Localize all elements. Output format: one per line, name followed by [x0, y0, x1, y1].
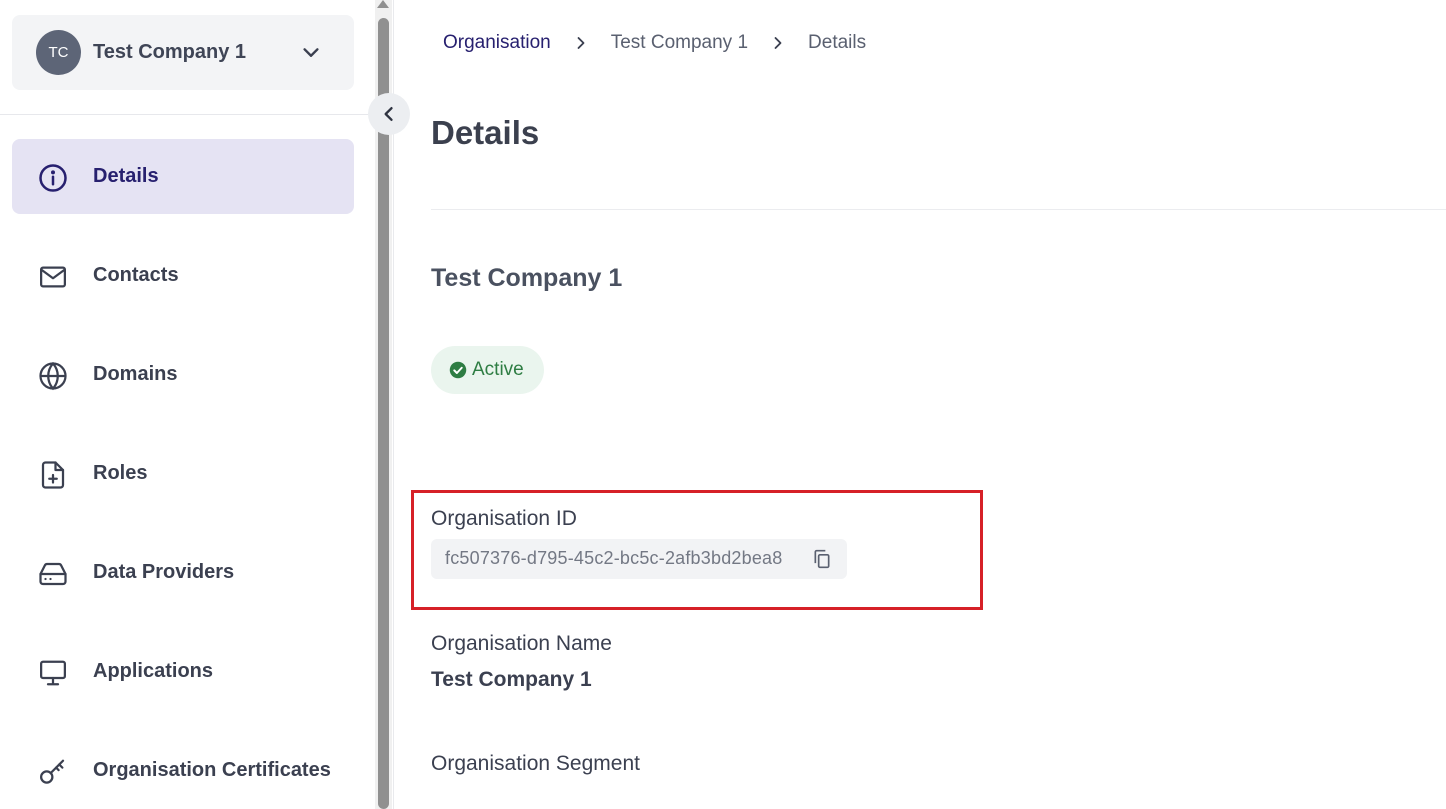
- sidebar-item-label: Data Providers: [93, 561, 235, 583]
- copy-icon[interactable]: [812, 548, 832, 570]
- sidebar: TC Test Company 1 Details Contacts Domai…: [0, 0, 375, 809]
- breadcrumb-organisation[interactable]: Organisation: [443, 32, 551, 54]
- org-id-chip: fc507376-d795-45c2-bc5c-2afb3bd2bea8: [431, 539, 847, 579]
- sidebar-item-label: Domains: [93, 363, 178, 385]
- title-divider: [431, 209, 1446, 210]
- status-badge: Active: [431, 346, 544, 394]
- scrollbar-thumb[interactable]: [378, 18, 389, 809]
- sidebar-item-label: Organisation Certificates: [93, 759, 331, 781]
- chevron-down-icon: [303, 48, 319, 57]
- org-segment-label: Organisation Segment: [431, 752, 640, 775]
- sidebar-item-applications[interactable]: Applications: [12, 634, 354, 709]
- key-icon: [40, 759, 65, 784]
- sidebar-item-organisation-certificates[interactable]: Organisation Certificates: [12, 733, 354, 808]
- chevron-right-icon: [774, 37, 782, 49]
- breadcrumb: Organisation Test Company 1 Details: [443, 30, 866, 56]
- scroll-up-arrow-icon[interactable]: [377, 0, 389, 8]
- globe-icon: [39, 361, 67, 391]
- sidebar-item-roles[interactable]: Roles: [12, 436, 354, 511]
- sidebar-item-data-providers[interactable]: Data Providers: [12, 535, 354, 610]
- main-content: Organisation Test Company 1 Details Deta…: [394, 0, 1446, 809]
- app-root: TC Test Company 1 Details Contacts Domai…: [0, 0, 1446, 809]
- sidebar-divider: [0, 114, 375, 115]
- sidebar-item-details[interactable]: Details: [12, 139, 354, 214]
- sidebar-item-domains[interactable]: Domains: [12, 337, 354, 412]
- sidebar-item-label: Applications: [93, 660, 214, 682]
- org-switcher-name: Test Company 1: [93, 41, 246, 63]
- sidebar-item-contacts[interactable]: Contacts: [12, 238, 354, 313]
- org-name-value: Test Company 1: [431, 668, 592, 691]
- monitor-icon: [40, 660, 66, 686]
- page-title: Details: [431, 114, 540, 151]
- hard-drive-icon: [39, 562, 67, 586]
- sidebar-item-label: Contacts: [93, 264, 179, 286]
- check-circle-icon: [449, 361, 467, 379]
- info-icon: [39, 164, 67, 192]
- company-heading: Test Company 1: [431, 264, 623, 292]
- org-id-label: Organisation ID: [431, 507, 577, 530]
- status-text: Active: [472, 359, 524, 380]
- org-switcher[interactable]: TC Test Company 1: [12, 15, 354, 90]
- chevron-right-icon: [577, 37, 585, 49]
- org-avatar: TC: [36, 30, 81, 75]
- breadcrumb-company[interactable]: Test Company 1: [611, 32, 748, 54]
- file-plus-icon: [41, 461, 65, 489]
- sidebar-item-label: Details: [93, 165, 159, 187]
- sidebar-item-label: Roles: [93, 462, 148, 484]
- breadcrumb-current: Details: [808, 32, 867, 53]
- org-name-label: Organisation Name: [431, 632, 612, 655]
- org-id-value: fc507376-d795-45c2-bc5c-2afb3bd2bea8: [445, 548, 783, 568]
- mail-icon: [40, 266, 66, 288]
